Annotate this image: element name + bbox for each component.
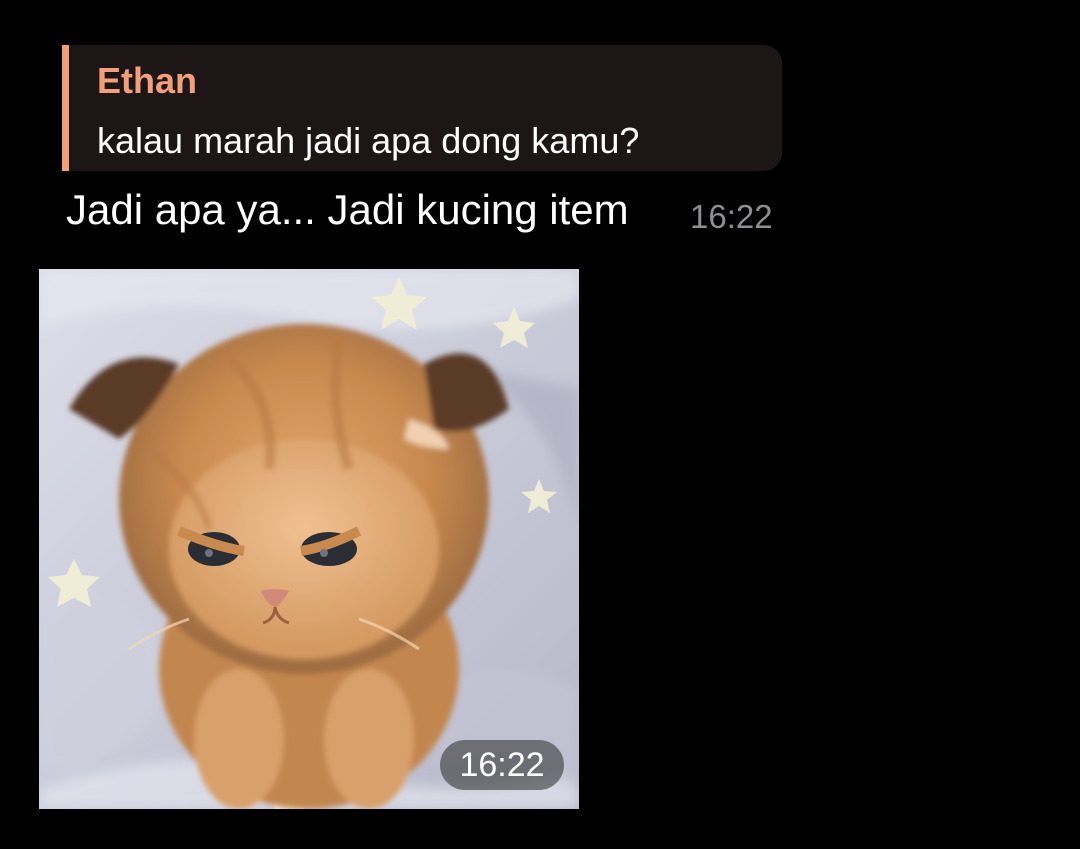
- chat-screen: Ethan kalau marah jadi apa dong kamu? Ja…: [0, 0, 1080, 849]
- photo-timestamp: 16:22: [440, 740, 564, 790]
- reply-sender-name: Ethan: [97, 60, 198, 101]
- message-timestamp: 16:22: [690, 198, 773, 235]
- kitten-photo-image: [39, 269, 579, 809]
- reply-quote[interactable]: Ethan kalau marah jadi apa dong kamu?: [62, 45, 782, 171]
- message-text: Jadi apa ya... Jadi kucing item: [66, 186, 629, 233]
- photo-attachment[interactable]: [39, 269, 579, 809]
- reply-quoted-text: kalau marah jadi apa dong kamu?: [97, 120, 640, 161]
